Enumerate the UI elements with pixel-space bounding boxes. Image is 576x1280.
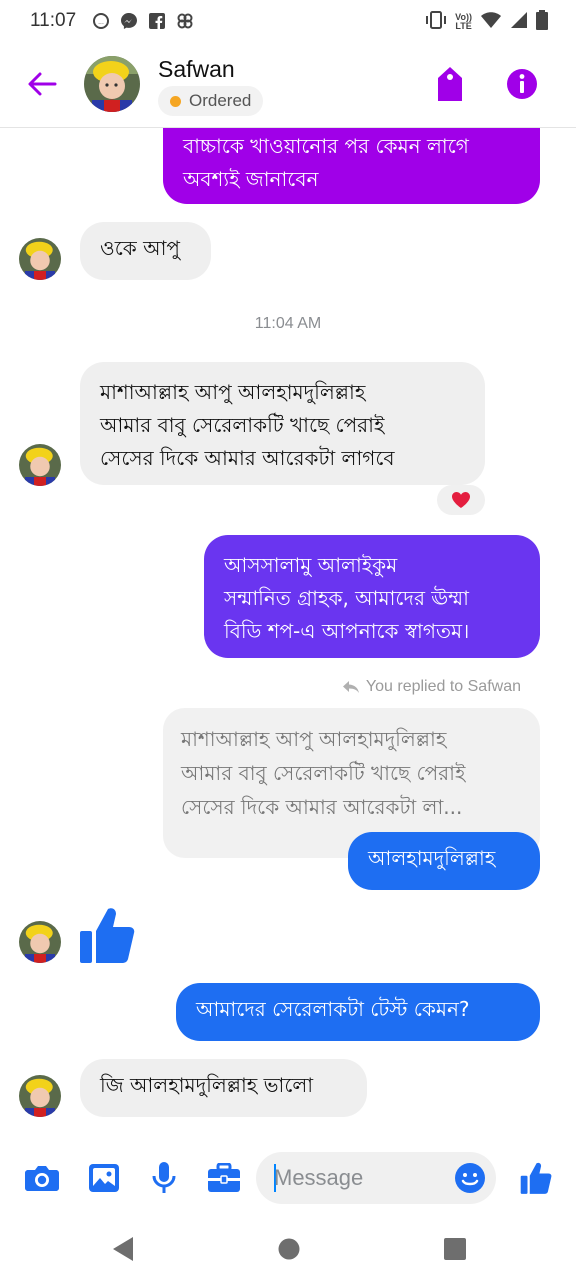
thumbs-up-icon — [520, 1162, 552, 1194]
microphone-icon — [152, 1162, 176, 1193]
thumbs-up-icon — [80, 908, 135, 963]
status-bar: 11:07 ... Vo)) LTE — [0, 0, 576, 42]
chat-header: Safwan Ordered — [0, 42, 576, 128]
reply-icon — [342, 681, 359, 693]
battery-icon — [536, 10, 548, 34]
signal-icon — [510, 11, 528, 33]
app-icon — [176, 12, 194, 30]
message-field[interactable] — [256, 1152, 496, 1204]
reply-indicator: You replied to Safwan — [342, 678, 521, 696]
camera-button[interactable] — [22, 1158, 62, 1198]
nav-recents-button[interactable] — [440, 1234, 470, 1264]
sender-avatar[interactable] — [19, 921, 61, 963]
emoji-icon — [455, 1163, 485, 1193]
microphone-button[interactable] — [144, 1158, 184, 1198]
message-reaction[interactable] — [437, 485, 485, 515]
reply-indicator-label: You replied to Safwan — [365, 678, 521, 695]
order-status-dot — [170, 95, 181, 107]
nav-home-button[interactable] — [274, 1234, 304, 1264]
camera-icon — [25, 1166, 59, 1191]
briefcase-button[interactable] — [204, 1158, 244, 1198]
order-status-chip[interactable]: Ordered — [158, 86, 264, 116]
tag-button[interactable] — [432, 64, 468, 104]
message-list[interactable]: বাচ্চাকে খাওয়ানোর পর কেমন লাগে অবশ্যই জ… — [0, 128, 576, 1138]
sender-avatar[interactable] — [19, 238, 61, 280]
facebook-icon — [148, 12, 166, 30]
gallery-button[interactable] — [84, 1158, 124, 1198]
back-triangle-icon — [113, 1237, 133, 1261]
sender-avatar[interactable] — [19, 1075, 61, 1117]
system-nav-bar — [0, 1216, 576, 1280]
back-button[interactable] — [22, 64, 62, 104]
heart-icon — [452, 492, 470, 508]
home-circle-icon — [278, 1238, 300, 1260]
message-incoming[interactable]: জি আলহামদুলিল্লাহ ভালো — [80, 1059, 367, 1117]
message-input[interactable] — [274, 1152, 444, 1204]
message-outgoing[interactable]: বাচ্চাকে খাওয়ানোর পর কেমন লাগে অবশ্যই জ… — [163, 128, 540, 204]
nav-back-button[interactable] — [108, 1234, 138, 1264]
tag-icon — [438, 67, 462, 101]
message-incoming[interactable]: মাশাআল্লাহ আপু আলহামদুলিল্লাহ আমার বাবু … — [80, 362, 485, 485]
order-status-label: Ordered — [189, 91, 252, 110]
back-arrow-icon — [28, 72, 57, 96]
status-time: 11:07 — [30, 10, 77, 31]
svg-text:...: ... — [98, 19, 104, 26]
message-outgoing[interactable]: আলহামদুলিল্লাহ — [348, 832, 540, 890]
thumbs-up-message[interactable] — [78, 905, 136, 965]
message-timestamp: 11:04 AM — [254, 315, 322, 332]
briefcase-icon — [208, 1163, 240, 1192]
like-button[interactable] — [516, 1158, 556, 1198]
wifi-icon — [480, 11, 502, 33]
volte-icon: Vo)) LTE — [455, 12, 472, 31]
messenger-icon — [120, 12, 138, 30]
vibrate-icon — [425, 10, 447, 34]
info-button[interactable] — [504, 66, 540, 102]
notification-icon: ... — [92, 12, 110, 30]
contact-avatar[interactable] — [84, 56, 140, 112]
recents-square-icon — [444, 1238, 466, 1260]
composer-bar — [0, 1140, 576, 1216]
message-incoming[interactable]: ওকে আপু — [80, 222, 211, 280]
contact-name[interactable]: Safwan — [158, 56, 235, 83]
message-outgoing[interactable]: আসসালামু আলাইকুম সন্মানিত গ্রাহক, আমাদের… — [204, 535, 540, 658]
emoji-button[interactable] — [454, 1162, 486, 1194]
message-outgoing[interactable]: আমাদের সেরেলাকটা টেস্ট কেমন? — [176, 983, 540, 1041]
sender-avatar[interactable] — [19, 444, 61, 486]
info-icon — [507, 69, 537, 99]
gallery-icon — [89, 1164, 119, 1192]
